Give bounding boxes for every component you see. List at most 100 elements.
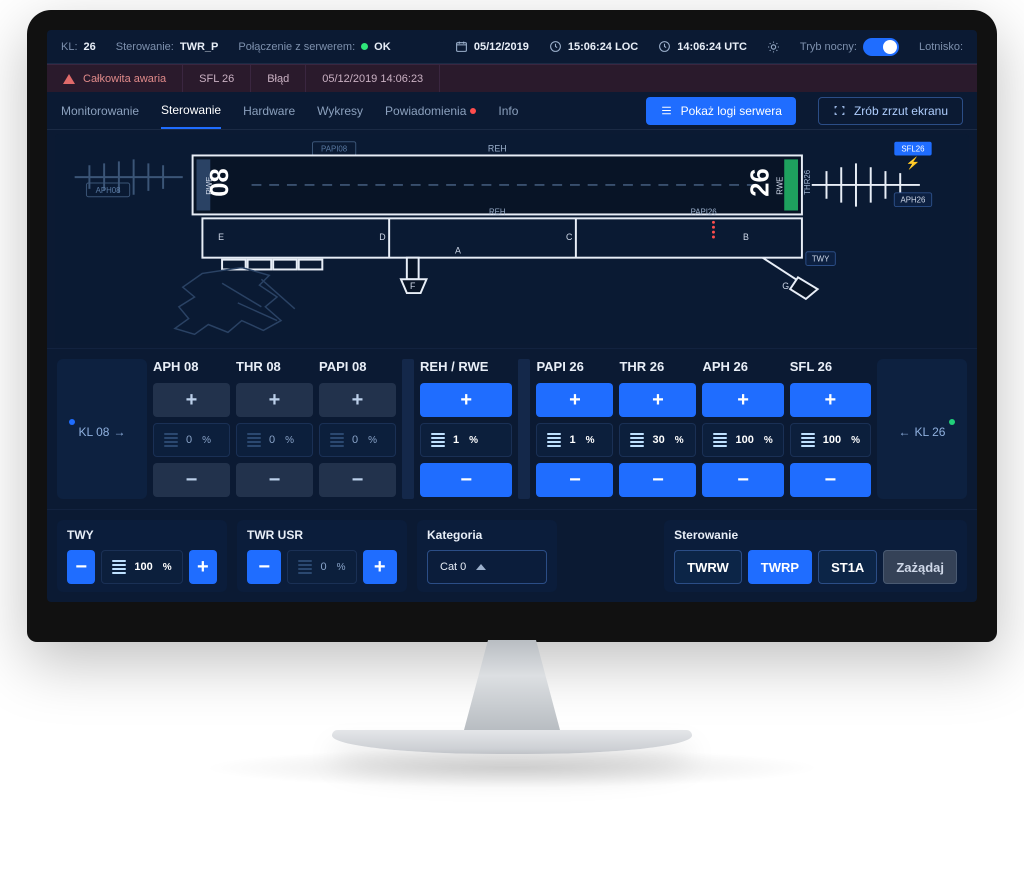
tab-wykresy[interactable]: Wykresy: [317, 94, 363, 128]
rehrwe-plus-button[interactable]: +: [420, 383, 512, 417]
alert-code: SFL 26: [183, 65, 251, 92]
aph26-value: 100%: [702, 423, 783, 457]
title-papi26: PAPI 26: [536, 359, 613, 377]
svg-text:C: C: [566, 232, 573, 242]
show-server-logs-button[interactable]: Pokaż logi serwera: [646, 97, 796, 125]
tab-info[interactable]: Info: [498, 94, 518, 128]
panel-category: Kategoria Cat 0: [417, 520, 557, 592]
twy-label: TWY: [67, 528, 217, 542]
map-label-papi26: PAPI26: [691, 207, 718, 216]
map-label-papi08: PAPI08: [321, 145, 348, 154]
aph08-value: 0%: [153, 423, 230, 457]
tab-hardware[interactable]: Hardware: [243, 94, 295, 128]
col-thr26: THR 26 + 30% −: [619, 359, 696, 499]
title-sfl26: SFL 26: [790, 359, 871, 377]
tab-powiadomienia[interactable]: Powiadomienia: [385, 94, 476, 128]
svg-text:B: B: [743, 232, 749, 242]
chip-twrw[interactable]: TWRW: [674, 550, 742, 584]
screenshot-button-label: Zrób zrzut ekranu: [854, 104, 948, 118]
papi26-value: 1%: [536, 423, 613, 457]
papi08-minus-button[interactable]: −: [319, 463, 396, 497]
status-dot-icon: [361, 43, 368, 50]
svg-text:⚡: ⚡: [906, 156, 921, 170]
runway-map[interactable]: APH08 PAPI08 RWE 08 RWE 26 THR26 REH REH…: [55, 134, 969, 344]
chevron-up-icon: [476, 564, 486, 570]
warning-icon: [63, 74, 75, 84]
map-label-reh-top: REH: [488, 144, 507, 154]
conn-label: Połączenie z serwerem:: [238, 41, 355, 53]
twy-minus-button[interactable]: −: [67, 550, 95, 584]
panel-twrusr: TWR USR − 0% +: [237, 520, 407, 592]
thr08-plus-button[interactable]: +: [236, 383, 313, 417]
papi08-plus-button[interactable]: +: [319, 383, 396, 417]
kl26-label: KL 26: [899, 425, 946, 439]
logs-button-label: Pokaż logi serwera: [681, 104, 782, 118]
alert-bar: Całkowita awaria SFL 26 Błąd 05/12/2019 …: [47, 64, 977, 92]
divider: [402, 359, 414, 499]
server-connection-status: Połączenie z serwerem: OK: [238, 41, 390, 53]
alert-text: Całkowita awaria: [83, 73, 166, 85]
category-value: Cat 0: [440, 561, 466, 573]
tab-monitorowanie[interactable]: Monitorowanie: [61, 94, 139, 128]
col-aph08: APH 08 + 0% −: [153, 359, 230, 499]
chip-twrp[interactable]: TWRP: [748, 550, 812, 584]
aph26-plus-button[interactable]: +: [702, 383, 783, 417]
rehrwe-value: 1%: [420, 423, 512, 457]
papi26-plus-button[interactable]: +: [536, 383, 613, 417]
request-button[interactable]: Zażądaj: [883, 550, 957, 584]
thr26-value: 30%: [619, 423, 696, 457]
rehrwe-minus-button[interactable]: −: [420, 463, 512, 497]
time-utc-display: 14:06:24 UTC: [658, 40, 747, 53]
control-grid: KL 08 APH 08 + 0% − THR 08 + 0% − PAPI 0…: [47, 348, 977, 510]
capture-icon: [833, 104, 846, 117]
time-utc-value: 14:06:24 UTC: [677, 41, 747, 53]
thr08-value: 0%: [236, 423, 313, 457]
sfl26-plus-button[interactable]: +: [790, 383, 871, 417]
calendar-icon: [455, 40, 468, 53]
papi08-value: 0%: [319, 423, 396, 457]
screenshot-button[interactable]: Zrób zrzut ekranu: [818, 97, 963, 125]
aph08-plus-button[interactable]: +: [153, 383, 230, 417]
map-label-sfl26: SFL26: [901, 145, 925, 154]
title-rehrwe: REH / RWE: [420, 359, 512, 377]
sfl26-value: 100%: [790, 423, 871, 457]
kl08-label: KL 08: [79, 425, 126, 439]
kl26-side-card[interactable]: KL 26: [877, 359, 967, 499]
alert-status: Błąd: [251, 65, 306, 92]
kl08-side-card[interactable]: KL 08: [57, 359, 147, 499]
title-thr26: THR 26: [619, 359, 696, 377]
night-mode-label: Tryb nocny:: [800, 41, 857, 53]
papi26-minus-button[interactable]: −: [536, 463, 613, 497]
night-mode-toggle[interactable]: [863, 38, 899, 56]
tab-sterowanie[interactable]: Sterowanie: [161, 93, 221, 129]
alert-message[interactable]: Całkowita awaria: [47, 65, 183, 92]
status-led-icon: [69, 419, 75, 425]
aph26-minus-button[interactable]: −: [702, 463, 783, 497]
svg-text:E: E: [218, 232, 224, 242]
aph08-minus-button[interactable]: −: [153, 463, 230, 497]
category-select[interactable]: Cat 0: [427, 550, 547, 584]
night-mode: Tryb nocny:: [800, 38, 899, 56]
map-label-reh-mid: REH: [489, 207, 506, 216]
thr26-plus-button[interactable]: +: [619, 383, 696, 417]
twy-value: 100%: [101, 550, 182, 584]
control-value: TWR_P: [180, 41, 219, 53]
brightness-icon[interactable]: [767, 40, 780, 53]
twrusr-value: 0%: [287, 550, 356, 584]
kl-value: 26: [84, 41, 96, 53]
control-status: Sterowanie: TWR_P: [116, 41, 219, 53]
thr08-minus-button[interactable]: −: [236, 463, 313, 497]
col-papi26: PAPI 26 + 1% −: [536, 359, 613, 499]
chip-st1a[interactable]: ST1A: [818, 550, 877, 584]
app-screen: KL: 26 Sterowanie: TWR_P Połączenie z se…: [47, 30, 977, 602]
status-bar: KL: 26 Sterowanie: TWR_P Połączenie z se…: [47, 30, 977, 64]
twrusr-plus-button[interactable]: +: [363, 550, 397, 584]
col-rehrwe: REH / RWE + 1% −: [420, 359, 512, 499]
twrusr-minus-button[interactable]: −: [247, 550, 281, 584]
sfl26-minus-button[interactable]: −: [790, 463, 871, 497]
svg-text:F: F: [410, 281, 416, 291]
thr26-minus-button[interactable]: −: [619, 463, 696, 497]
twy-plus-button[interactable]: +: [189, 550, 217, 584]
col-papi08: PAPI 08 + 0% −: [319, 359, 396, 499]
bottom-panels: TWY − 100% + TWR USR − 0% + Kategoria Ca…: [47, 510, 977, 602]
